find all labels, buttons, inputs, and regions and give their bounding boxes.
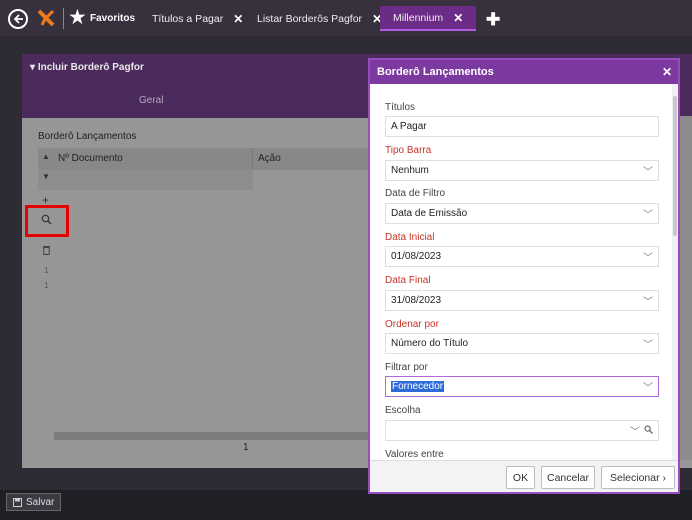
- chevron-down-icon[interactable]: ﹀: [643, 379, 653, 394]
- chevron-down-icon[interactable]: ﹀: [643, 249, 653, 264]
- add-tab-icon[interactable]: ✚: [486, 10, 500, 30]
- panel-title[interactable]: ▾ Incluir Borderô Pagfor: [30, 62, 144, 73]
- ordenar-por-select[interactable]: Número do Título ﹀: [385, 333, 659, 354]
- star-icon[interactable]: ★: [68, 5, 87, 31]
- field-value: Fornecedor: [391, 381, 445, 392]
- tab-label: Títulos a Pagar: [152, 12, 224, 25]
- ok-button[interactable]: OK: [506, 466, 535, 489]
- save-label: Salvar: [26, 496, 55, 508]
- tab-listar-borderos[interactable]: Listar Borderôs Pagfor ✕: [257, 6, 382, 31]
- bottom-bar: [0, 490, 692, 520]
- grid-filter-row: [38, 170, 253, 190]
- column-header-documento[interactable]: Nº Documento: [58, 153, 123, 164]
- back-arrow-icon[interactable]: [8, 9, 28, 29]
- close-icon[interactable]: ✕: [233, 12, 243, 26]
- field-label-ordenar-por: Ordenar por: [385, 319, 439, 330]
- data-filtro-select[interactable]: Data de Emissão ﹀: [385, 203, 659, 224]
- titulos-field[interactable]: A Pagar: [385, 116, 659, 137]
- field-value: A Pagar: [391, 121, 427, 132]
- row-number: 1: [44, 281, 49, 290]
- data-final-field[interactable]: 31/08/2023 ﹀: [385, 290, 659, 311]
- tab-titulos-a-pagar[interactable]: Títulos a Pagar ✕: [152, 6, 243, 31]
- grid-footer: [54, 432, 372, 440]
- scrollbar-thumb[interactable]: [673, 96, 677, 236]
- select-button[interactable]: Selecionar ›: [601, 466, 675, 489]
- filtrar-por-select[interactable]: Fornecedor ﹀: [385, 376, 659, 397]
- chevron-down-icon[interactable]: ﹀: [643, 206, 653, 221]
- modal-title: Borderô Lançamentos: [377, 66, 494, 78]
- close-icon[interactable]: ✕: [453, 11, 463, 25]
- field-label-valores-entre: Valores entre: [385, 449, 444, 460]
- sort-down-icon[interactable]: ▼: [42, 172, 50, 181]
- chevron-down-icon[interactable]: ﹀: [643, 163, 653, 178]
- field-label-data-final: Data Final: [385, 275, 431, 286]
- search-icon[interactable]: [644, 425, 653, 437]
- field-label-data-filtro: Data de Filtro: [385, 188, 446, 199]
- trash-icon[interactable]: [42, 244, 51, 258]
- field-value: Número do Título: [391, 338, 469, 349]
- tab-geral[interactable]: Geral: [139, 95, 163, 106]
- divider: [63, 8, 64, 29]
- field-label-titulos: Títulos: [385, 102, 416, 113]
- chevron-down-icon[interactable]: ﹀: [643, 293, 653, 308]
- column-header-acao[interactable]: Ação: [258, 153, 281, 164]
- close-icon[interactable]: ✕: [662, 65, 672, 79]
- field-value: Nenhum: [391, 165, 429, 176]
- page-number[interactable]: 1: [243, 442, 249, 453]
- favorites-label[interactable]: Favoritos: [90, 13, 135, 24]
- data-inicial-field[interactable]: 01/08/2023 ﹀: [385, 246, 659, 267]
- field-value: 31/08/2023: [391, 295, 442, 306]
- chevron-down-icon[interactable]: ﹀: [630, 423, 640, 438]
- escolha-field[interactable]: ﹀: [385, 420, 659, 441]
- tab-millennium[interactable]: Millennium ✕: [380, 6, 477, 31]
- floppy-disk-icon: [13, 497, 22, 507]
- tab-label: Millennium: [393, 11, 444, 24]
- tab-label: Listar Borderôs Pagfor: [257, 12, 363, 25]
- row-number: 1: [44, 266, 49, 275]
- field-value: 01/08/2023: [391, 251, 442, 262]
- cancel-button[interactable]: Cancelar: [541, 466, 595, 489]
- sort-up-icon[interactable]: ▲: [42, 152, 50, 161]
- app-logo-icon[interactable]: [36, 8, 56, 31]
- field-label-filtrar-por: Filtrar por: [385, 362, 428, 373]
- field-label-tipo-barra: Tipo Barra: [385, 145, 432, 156]
- field-value: Data de Emissão: [391, 208, 468, 219]
- search-highlight-box: [25, 205, 69, 237]
- section-label: Borderô Lançamentos: [38, 131, 137, 142]
- tipo-barra-select[interactable]: Nenhum ﹀: [385, 160, 659, 181]
- field-label-data-inicial: Data Inicial: [385, 232, 435, 243]
- field-label-escolha: Escolha: [385, 405, 421, 416]
- chevron-down-icon[interactable]: ﹀: [643, 336, 653, 351]
- save-button[interactable]: Salvar: [6, 493, 62, 511]
